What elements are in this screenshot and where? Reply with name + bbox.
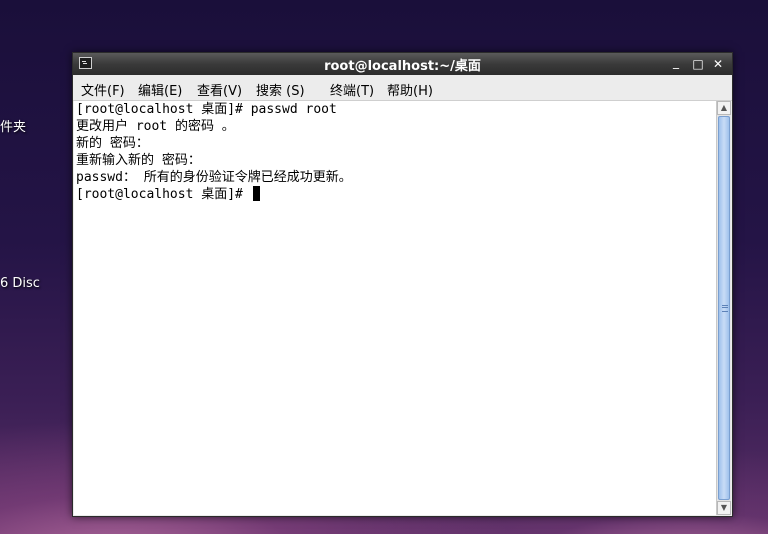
vertical-scrollbar[interactable]: ▲ ▼	[716, 101, 731, 515]
terminal-cursor	[252, 186, 260, 201]
menu-edit[interactable]: 编辑(E)	[138, 80, 182, 99]
desktop-icon-label-disc[interactable]: 6 Disc	[0, 276, 40, 291]
terminal-window: root@localhost:~/桌面 _ □ ✕ 文件(F) 编辑(E) 查看…	[72, 52, 733, 517]
close-button[interactable]: ✕	[710, 56, 726, 72]
menu-view[interactable]: 查看(V)	[197, 80, 242, 99]
desktop-icon-label-folder[interactable]: 件夹	[0, 116, 26, 135]
terminal-line: 重新输入新的 密码：	[76, 153, 201, 168]
menu-search[interactable]: 搜索 (S)	[256, 80, 305, 99]
menu-file[interactable]: 文件(F)	[81, 80, 125, 99]
menu-help[interactable]: 帮助(H)	[387, 80, 433, 99]
terminal-line: passwd： 所有的身份验证令牌已经成功更新。	[76, 170, 352, 185]
scroll-up-button[interactable]: ▲	[717, 101, 731, 115]
terminal-prompt: [root@localhost 桌面]#	[76, 187, 251, 202]
window-title: root@localhost:~/桌面	[324, 59, 481, 74]
terminal-prompt-line: [root@localhost 桌面]#	[76, 186, 260, 203]
terminal-line: 更改用户 root 的密码 。	[76, 119, 235, 134]
scrollbar-thumb[interactable]	[718, 116, 730, 500]
scrollbar-grip-icon	[722, 305, 728, 312]
terminal-line: [root@localhost 桌面]# passwd root	[76, 102, 337, 117]
menu-bar: 文件(F) 编辑(E) 查看(V) 搜索 (S) 终端(T) 帮助(H)	[73, 76, 732, 101]
terminal-line: 新的 密码：	[76, 136, 149, 151]
maximize-button[interactable]: □	[690, 56, 706, 72]
window-titlebar[interactable]: root@localhost:~/桌面 _ □ ✕	[73, 53, 732, 75]
scroll-down-button[interactable]: ▼	[717, 501, 731, 515]
minimize-button[interactable]: _	[668, 54, 684, 70]
terminal-output[interactable]: [root@localhost 桌面]# passwd root 更改用户 ro…	[74, 101, 717, 515]
menu-terminal[interactable]: 终端(T)	[330, 80, 374, 99]
